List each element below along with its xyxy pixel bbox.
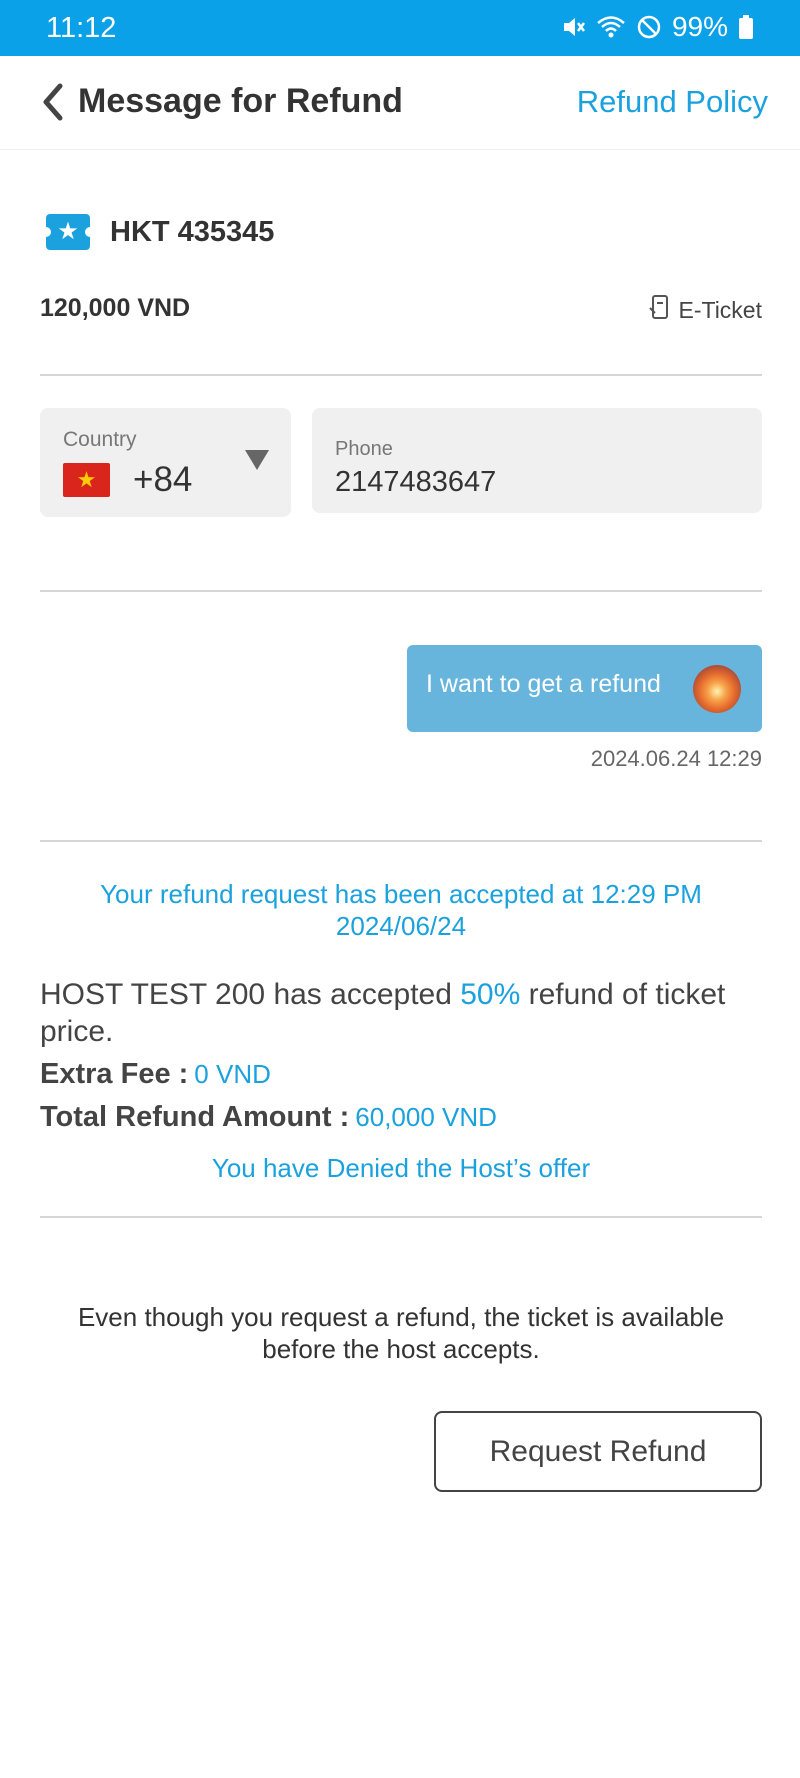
ticket-price: 120,000 VND xyxy=(40,294,191,322)
accepted-status: Your refund request has been accepted at… xyxy=(100,879,702,941)
battery-icon xyxy=(738,14,754,40)
dial-code: +84 xyxy=(133,460,193,499)
ticket-star-icon: ★ xyxy=(41,214,95,250)
divider xyxy=(40,840,762,842)
accepted-phrase: has accepted xyxy=(273,978,461,1011)
phone-field[interactable]: Phone xyxy=(312,408,762,513)
message-text: I want to get a refund xyxy=(426,670,661,698)
refund-policy-link[interactable]: Refund Policy xyxy=(577,84,768,120)
mute-icon xyxy=(560,14,586,40)
page-title: Message for Refund xyxy=(78,82,403,120)
total-refund-value: 60,000 VND xyxy=(355,1102,497,1132)
host-name: HOST TEST 200 xyxy=(40,978,274,1011)
dropdown-arrow-icon[interactable] xyxy=(245,450,269,470)
wifi-icon xyxy=(596,14,626,40)
divider xyxy=(40,1216,762,1218)
total-refund-row: Total Refund Amount :60,000 VND xyxy=(40,1101,497,1134)
eticket-icon xyxy=(648,294,671,326)
battery-percent: 99% xyxy=(671,11,728,42)
message-bubble: I want to get a refund xyxy=(407,645,762,732)
extra-fee-row: Extra Fee :0 VND xyxy=(40,1058,271,1091)
status-bar: 11:12 99% xyxy=(0,0,800,56)
avatar xyxy=(693,665,741,713)
status-icons: 99% xyxy=(560,11,754,43)
vietnam-flag-icon: ★ xyxy=(63,463,110,497)
refund-percent: 50% xyxy=(460,978,521,1011)
request-refund-button[interactable]: Request Refund xyxy=(434,1411,762,1492)
ticket-code: HKT 435345 xyxy=(110,215,275,248)
eticket-text: E-Ticket xyxy=(678,296,763,323)
app-bar: Message for Refund Refund Policy xyxy=(0,56,800,150)
chevron-left-icon[interactable] xyxy=(36,80,76,124)
do-not-disturb-icon xyxy=(636,14,662,40)
divider xyxy=(40,374,762,376)
country-label: Country xyxy=(63,428,137,451)
ticket-header: ★ HKT 435345 xyxy=(41,212,275,252)
refund-notice: Even though you request a refund, the ti… xyxy=(77,1302,725,1364)
host-offer-text: HOST TEST 200 has accepted 50% refund of… xyxy=(40,976,762,1050)
total-refund-label: Total Refund Amount : xyxy=(40,1101,350,1133)
country-selector[interactable]: Country ★ +84 xyxy=(40,408,291,517)
extra-fee-label: Extra Fee : xyxy=(40,1058,189,1090)
extra-fee-value: 0 VND xyxy=(194,1059,271,1089)
eticket-label: E-Ticket xyxy=(648,294,763,326)
message-timestamp: 2024.06.24 12:29 xyxy=(590,746,762,771)
phone-label: Phone xyxy=(335,438,393,460)
denied-status: You have Denied the Host’s offer xyxy=(211,1153,591,1183)
divider xyxy=(40,590,762,592)
phone-input[interactable] xyxy=(335,466,735,499)
status-time: 11:12 xyxy=(46,12,117,44)
